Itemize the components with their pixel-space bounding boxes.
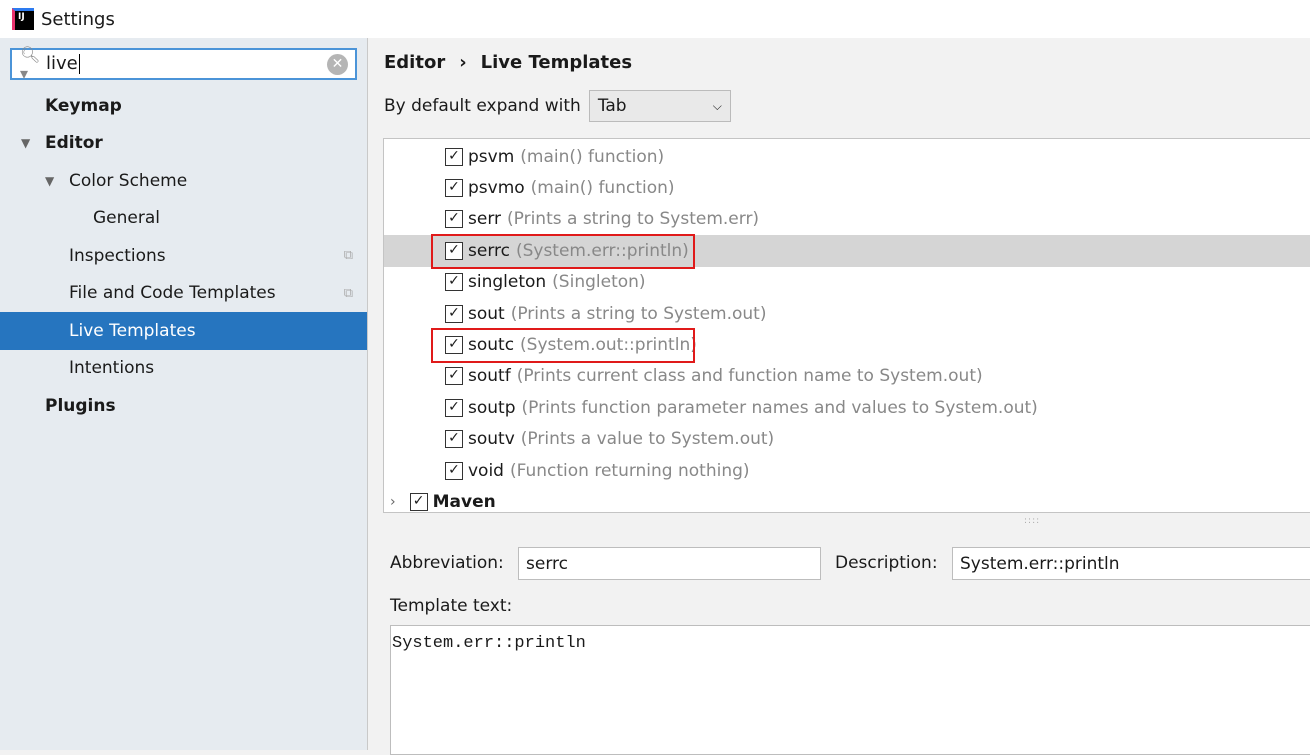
sidebar-item-general[interactable]: General	[0, 200, 367, 238]
template-abbreviation: singleton	[468, 272, 547, 293]
checkbox[interactable]: ✓	[445, 273, 463, 292]
template-description: (Prints current class and function name …	[516, 366, 983, 387]
search-input[interactable]: 🔍︎▾ live ✕	[10, 45, 357, 83]
chevron-down-icon[interactable]: ▼	[45, 174, 54, 188]
search-icon[interactable]: 🔍︎▾	[20, 45, 46, 83]
project-settings-icon: ⧉	[343, 248, 353, 264]
description-input[interactable]: System.err::println	[952, 547, 1310, 580]
template-abbreviation: void	[468, 460, 504, 481]
template-abbreviation: psvm	[468, 146, 515, 167]
expand-key-value: Tab	[597, 96, 627, 116]
title-bar: IJ Settings	[0, 0, 1310, 38]
template-row[interactable]: ✓ serr (Prints a string to System.err)	[384, 204, 1310, 235]
template-row[interactable]: ✓ psvmo (main() function)	[384, 172, 1310, 203]
template-description: (Function returning nothing)	[509, 460, 750, 481]
sidebar-item-file-and-code-templates[interactable]: File and Code Templates ⧉	[0, 275, 367, 313]
template-row[interactable]: ✓ soutv (Prints a value to System.out)	[384, 424, 1310, 455]
template-abbreviation: sout	[468, 303, 505, 324]
template-row[interactable]: ✓ psvm (main() function)	[384, 141, 1310, 172]
description-value: System.err::println	[960, 553, 1120, 574]
template-abbreviation: soutf	[468, 366, 511, 387]
checkbox[interactable]: ✓	[445, 304, 463, 323]
template-text-editor[interactable]: System.err::println	[390, 625, 1310, 755]
template-description: (Prints a value to System.out)	[520, 429, 775, 450]
highlight-box	[431, 234, 696, 270]
sidebar-item-label: Keymap	[45, 95, 122, 116]
template-description: (Singleton)	[552, 272, 646, 293]
template-row[interactable]: ✓ void (Function returning nothing)	[384, 455, 1310, 486]
abbreviation-input[interactable]: serrc	[518, 547, 821, 580]
highlight-box	[431, 328, 696, 364]
templates-list[interactable]: ✓ psvm (main() function) ✓ psvmo (main() func…	[383, 138, 1310, 513]
sidebar-item-intentions[interactable]: Intentions	[0, 350, 367, 388]
sidebar-item-editor[interactable]: ▼ Editor	[0, 125, 367, 163]
checkbox[interactable]: ✓	[445, 179, 463, 198]
template-abbreviation: serr	[468, 209, 501, 230]
expand-label: By default expand with	[384, 96, 581, 116]
search-value: live	[46, 53, 80, 74]
abbreviation-label: Abbreviation:	[390, 553, 504, 573]
intellij-logo-icon: IJ	[12, 8, 34, 30]
checkbox[interactable]: ✓	[445, 430, 463, 449]
chevron-right-icon[interactable]: ›	[390, 494, 396, 510]
sidebar-item-color-scheme[interactable]: ▼ Color Scheme	[0, 162, 367, 200]
settings-tree: Keymap ▼ Editor ▼ Color Scheme General Ins…	[0, 87, 367, 425]
template-abbreviation: psvmo	[468, 178, 525, 199]
chevron-down-icon: ⌵	[712, 98, 722, 113]
template-group-maven[interactable]: › ✓ Maven	[384, 486, 1310, 513]
sidebar-item-label: Color Scheme	[69, 170, 188, 191]
sidebar-item-label: General	[93, 208, 160, 229]
window-title: Settings	[41, 8, 115, 30]
clear-search-icon[interactable]: ✕	[327, 54, 348, 75]
breadcrumb: Editor › Live Templates	[384, 52, 632, 73]
sidebar-item-plugins[interactable]: Plugins	[0, 387, 367, 425]
template-description: (main() function)	[520, 146, 665, 167]
checkbox[interactable]: ✓	[445, 367, 463, 386]
template-description: (main() function)	[530, 178, 675, 199]
project-settings-icon: ⧉	[343, 285, 353, 301]
splitter-handle[interactable]: ::::	[1024, 516, 1040, 526]
template-description: (Prints a string to System.out)	[510, 303, 767, 324]
checkbox[interactable]: ✓	[445, 210, 463, 229]
sidebar-item-label: Inspections	[69, 245, 166, 266]
sidebar: 🔍︎▾ live ✕ Keymap ▼ Editor ▼ Color Scheme …	[0, 38, 368, 750]
checkbox[interactable]: ✓	[445, 461, 463, 480]
template-row[interactable]: ✓ sout (Prints a string to System.out)	[384, 298, 1310, 329]
checkbox[interactable]: ✓	[445, 398, 463, 417]
checkbox[interactable]: ✓	[409, 493, 428, 512]
breadcrumb-current: Live Templates	[480, 52, 633, 73]
sidebar-item-label: Live Templates	[69, 320, 196, 341]
template-row[interactable]: ✓ singleton (Singleton)	[384, 267, 1310, 298]
template-description: (Prints a string to System.err)	[507, 209, 760, 230]
template-abbreviation: soutp	[468, 397, 516, 418]
sidebar-item-live-templates[interactable]: Live Templates	[0, 312, 367, 350]
sidebar-item-label: Editor	[45, 133, 103, 154]
template-text-label: Template text:	[390, 596, 513, 616]
abbreviation-value: serrc	[526, 553, 568, 574]
breadcrumb-parent: Editor	[384, 52, 446, 73]
template-row[interactable]: ✓ soutp (Prints function parameter names a…	[384, 392, 1310, 423]
chevron-down-icon[interactable]: ▼	[21, 136, 30, 150]
sidebar-item-label: Plugins	[45, 395, 116, 416]
expand-setting: By default expand with Tab ⌵	[384, 90, 731, 122]
main-panel: Editor › Live Templates By default expan…	[369, 38, 1310, 755]
checkbox[interactable]: ✓	[445, 147, 463, 166]
sidebar-item-label: File and Code Templates	[69, 283, 276, 304]
sidebar-item-label: Intentions	[69, 358, 155, 379]
template-abbreviation: soutv	[468, 429, 515, 450]
group-label: Maven	[432, 492, 496, 513]
description-label: Description:	[835, 553, 938, 573]
template-description: (Prints function parameter names and val…	[521, 397, 1038, 418]
sidebar-item-keymap[interactable]: Keymap	[0, 87, 367, 125]
template-row[interactable]: ✓ soutf (Prints current class and function…	[384, 361, 1310, 392]
expand-key-select[interactable]: Tab ⌵	[588, 90, 731, 122]
breadcrumb-separator: ›	[459, 52, 467, 73]
sidebar-item-inspections[interactable]: Inspections ⧉	[0, 237, 367, 275]
